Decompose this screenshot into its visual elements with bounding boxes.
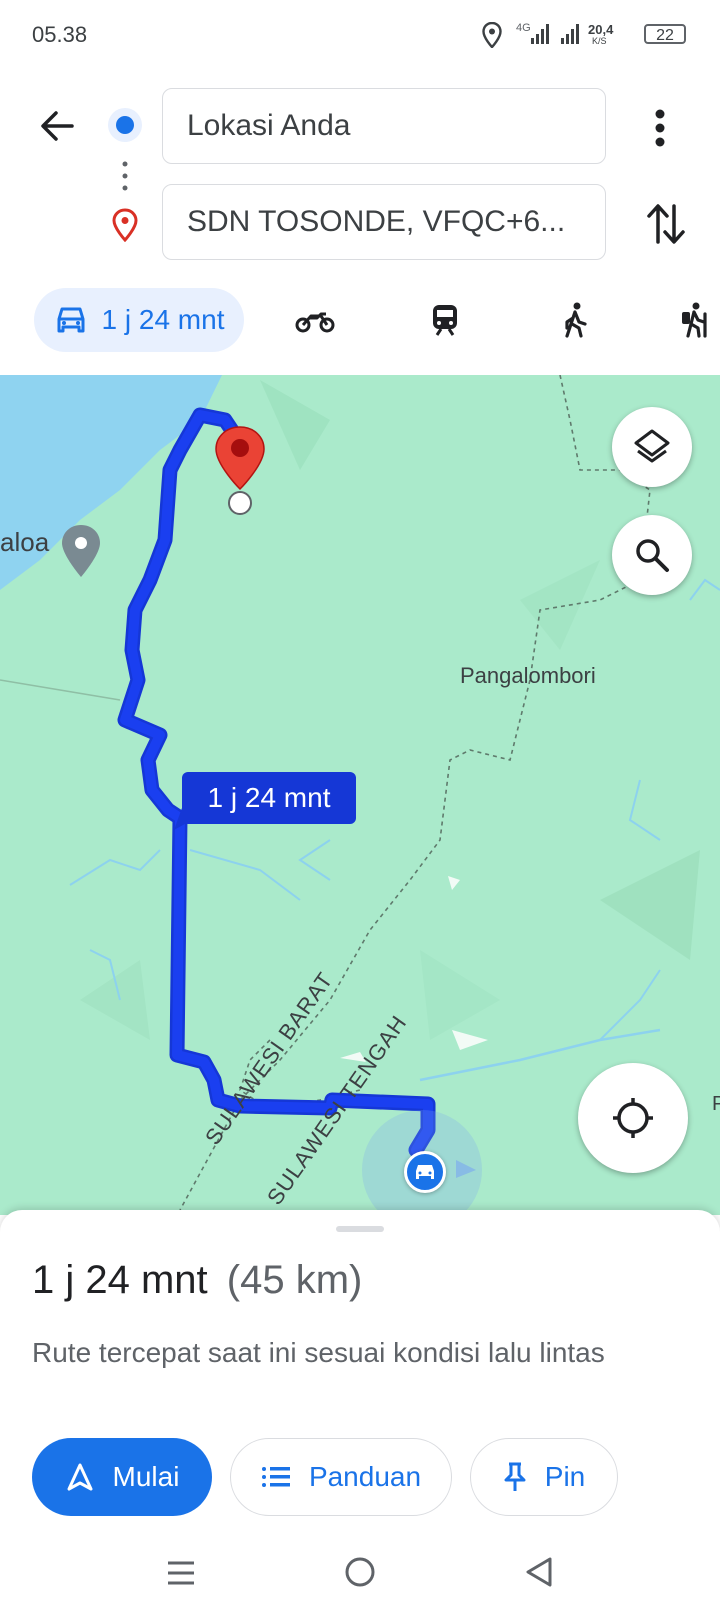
search-icon	[636, 539, 669, 572]
signal-icon	[531, 24, 549, 44]
route-duration: 1 j 24 mnt	[32, 1258, 208, 1302]
train-icon	[433, 305, 457, 336]
mode-hiking[interactable]	[678, 288, 720, 352]
user-location-marker	[404, 1151, 446, 1193]
location-icon	[482, 22, 502, 48]
destination-marker-icon[interactable]	[212, 425, 268, 515]
origin-dot-icon	[108, 108, 142, 142]
car-icon	[57, 307, 85, 333]
map-search-button[interactable]	[612, 515, 692, 595]
net-speed-unit: K/S	[592, 36, 607, 46]
signal-2-icon	[561, 24, 579, 44]
destination-field[interactable]: SDN TOSONDE, VFQC+6...	[162, 184, 606, 260]
route-dots-icon	[122, 161, 128, 191]
mode-driving[interactable]: 1 j 24 mnt	[34, 288, 244, 352]
place-pin-icon[interactable]	[60, 523, 102, 579]
pin-button[interactable]: Pin	[470, 1438, 618, 1516]
steps-button[interactable]: Panduan	[230, 1438, 452, 1516]
car-location-icon	[416, 1165, 434, 1179]
route-duration-callout[interactable]: 1 j 24 mnt	[182, 772, 356, 824]
walking-icon	[565, 302, 587, 338]
crosshair-icon	[613, 1098, 653, 1138]
route-distance: (45 km)	[226, 1258, 363, 1302]
list-icon	[261, 1467, 290, 1487]
pushpin-icon	[504, 1462, 526, 1491]
steps-button-label: Panduan	[308, 1461, 422, 1492]
back-arrow-icon[interactable]	[36, 106, 76, 146]
pin-button-label: Pin	[544, 1461, 586, 1492]
motorcycle-icon	[295, 312, 335, 333]
net-speed-value: 20,4	[588, 22, 614, 37]
mode-transit[interactable]	[410, 288, 480, 352]
my-location-button[interactable]	[578, 1063, 688, 1173]
sheet-drag-handle[interactable]	[336, 1226, 384, 1232]
place-label-aloa: aloa	[0, 527, 50, 557]
start-button-label: Mulai	[112, 1461, 180, 1492]
navigation-arrow-icon	[67, 1463, 93, 1491]
route-duration-callout-label: 1 j 24 mnt	[207, 782, 331, 813]
place-label-p: P	[712, 1093, 720, 1115]
callout-tail	[174, 808, 192, 830]
directions-sheet: 1 j 24 mnt (45 km) Rute tercepat saat in…	[0, 1210, 720, 1612]
hiking-icon	[682, 302, 707, 338]
swap-icon[interactable]	[646, 202, 686, 246]
home-icon[interactable]	[344, 1556, 376, 1588]
status-time: 05.38	[32, 22, 88, 47]
network-type: 4G	[516, 22, 531, 34]
mode-driving-label: 1 j 24 mnt	[101, 304, 225, 335]
destination-pin-icon	[112, 208, 138, 242]
route-summary: 1 j 24 mnt (45 km)	[32, 1258, 362, 1303]
layers-button[interactable]	[612, 407, 692, 487]
mode-walking[interactable]	[540, 288, 610, 352]
route-description: Rute tercepat saat ini sesuai kondisi la…	[32, 1337, 605, 1368]
more-options-icon[interactable]	[652, 108, 668, 148]
back-nav-icon[interactable]	[524, 1556, 554, 1588]
battery-indicator: 22	[644, 24, 686, 44]
map-view[interactable]: aloa Pangalombori SULAWESI BARAT SULAWES…	[0, 375, 720, 1215]
recent-apps-icon[interactable]	[166, 1560, 196, 1586]
layers-icon	[634, 429, 670, 463]
start-button[interactable]: Mulai	[32, 1438, 212, 1516]
place-label-pangalombori: Pangalombori	[460, 663, 596, 688]
status-bar: 05.38 4G 20,4 K/S 22	[0, 0, 720, 72]
mode-motorcycle[interactable]	[280, 288, 350, 352]
origin-field[interactable]: Lokasi Anda	[162, 88, 606, 164]
